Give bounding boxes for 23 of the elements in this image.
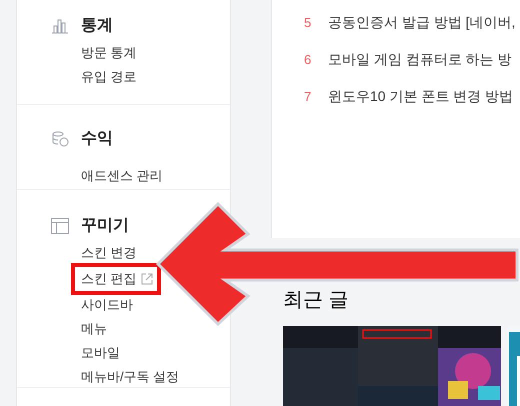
rank-number: 5 — [304, 14, 312, 32]
coins-icon — [51, 131, 69, 147]
rank-number: 7 — [304, 88, 312, 106]
menu-link[interactable]: 사이드바 — [81, 293, 133, 317]
menu-link[interactable]: 스킨 편집 — [75, 267, 157, 291]
section-title: 최근 글 — [283, 288, 350, 313]
section-heading: 꾸미기 — [81, 216, 129, 236]
section-heading: 수익 — [81, 129, 113, 149]
menu-link[interactable]: 스킨 변경 — [81, 241, 137, 265]
arrow-icon — [155, 202, 520, 326]
rank-number: 6 — [304, 50, 312, 69]
section-heading: 통계 — [81, 16, 113, 36]
menu-link[interactable]: 애드센스 관리 — [81, 164, 163, 188]
menu-link[interactable]: 메뉴바/구독 설정 — [81, 365, 180, 389]
post-title-link[interactable]: 모바일 게임 컴퓨터로 하는 방 — [328, 49, 512, 70]
menu-link[interactable]: 유입 경로 — [81, 65, 137, 89]
bar-chart-icon — [51, 18, 69, 34]
layout-icon — [51, 218, 69, 234]
menu-link[interactable]: 방문 통계 — [81, 41, 137, 65]
post-title-link[interactable]: 윈도우10 기본 폰트 변경 방법 — [328, 86, 514, 107]
menu-link[interactable]: 메뉴 — [81, 317, 107, 341]
menu-link[interactable]: 모바일 — [81, 341, 120, 365]
post-title-link[interactable]: 공동인증서 발급 방법 [네이버, — [328, 12, 516, 33]
